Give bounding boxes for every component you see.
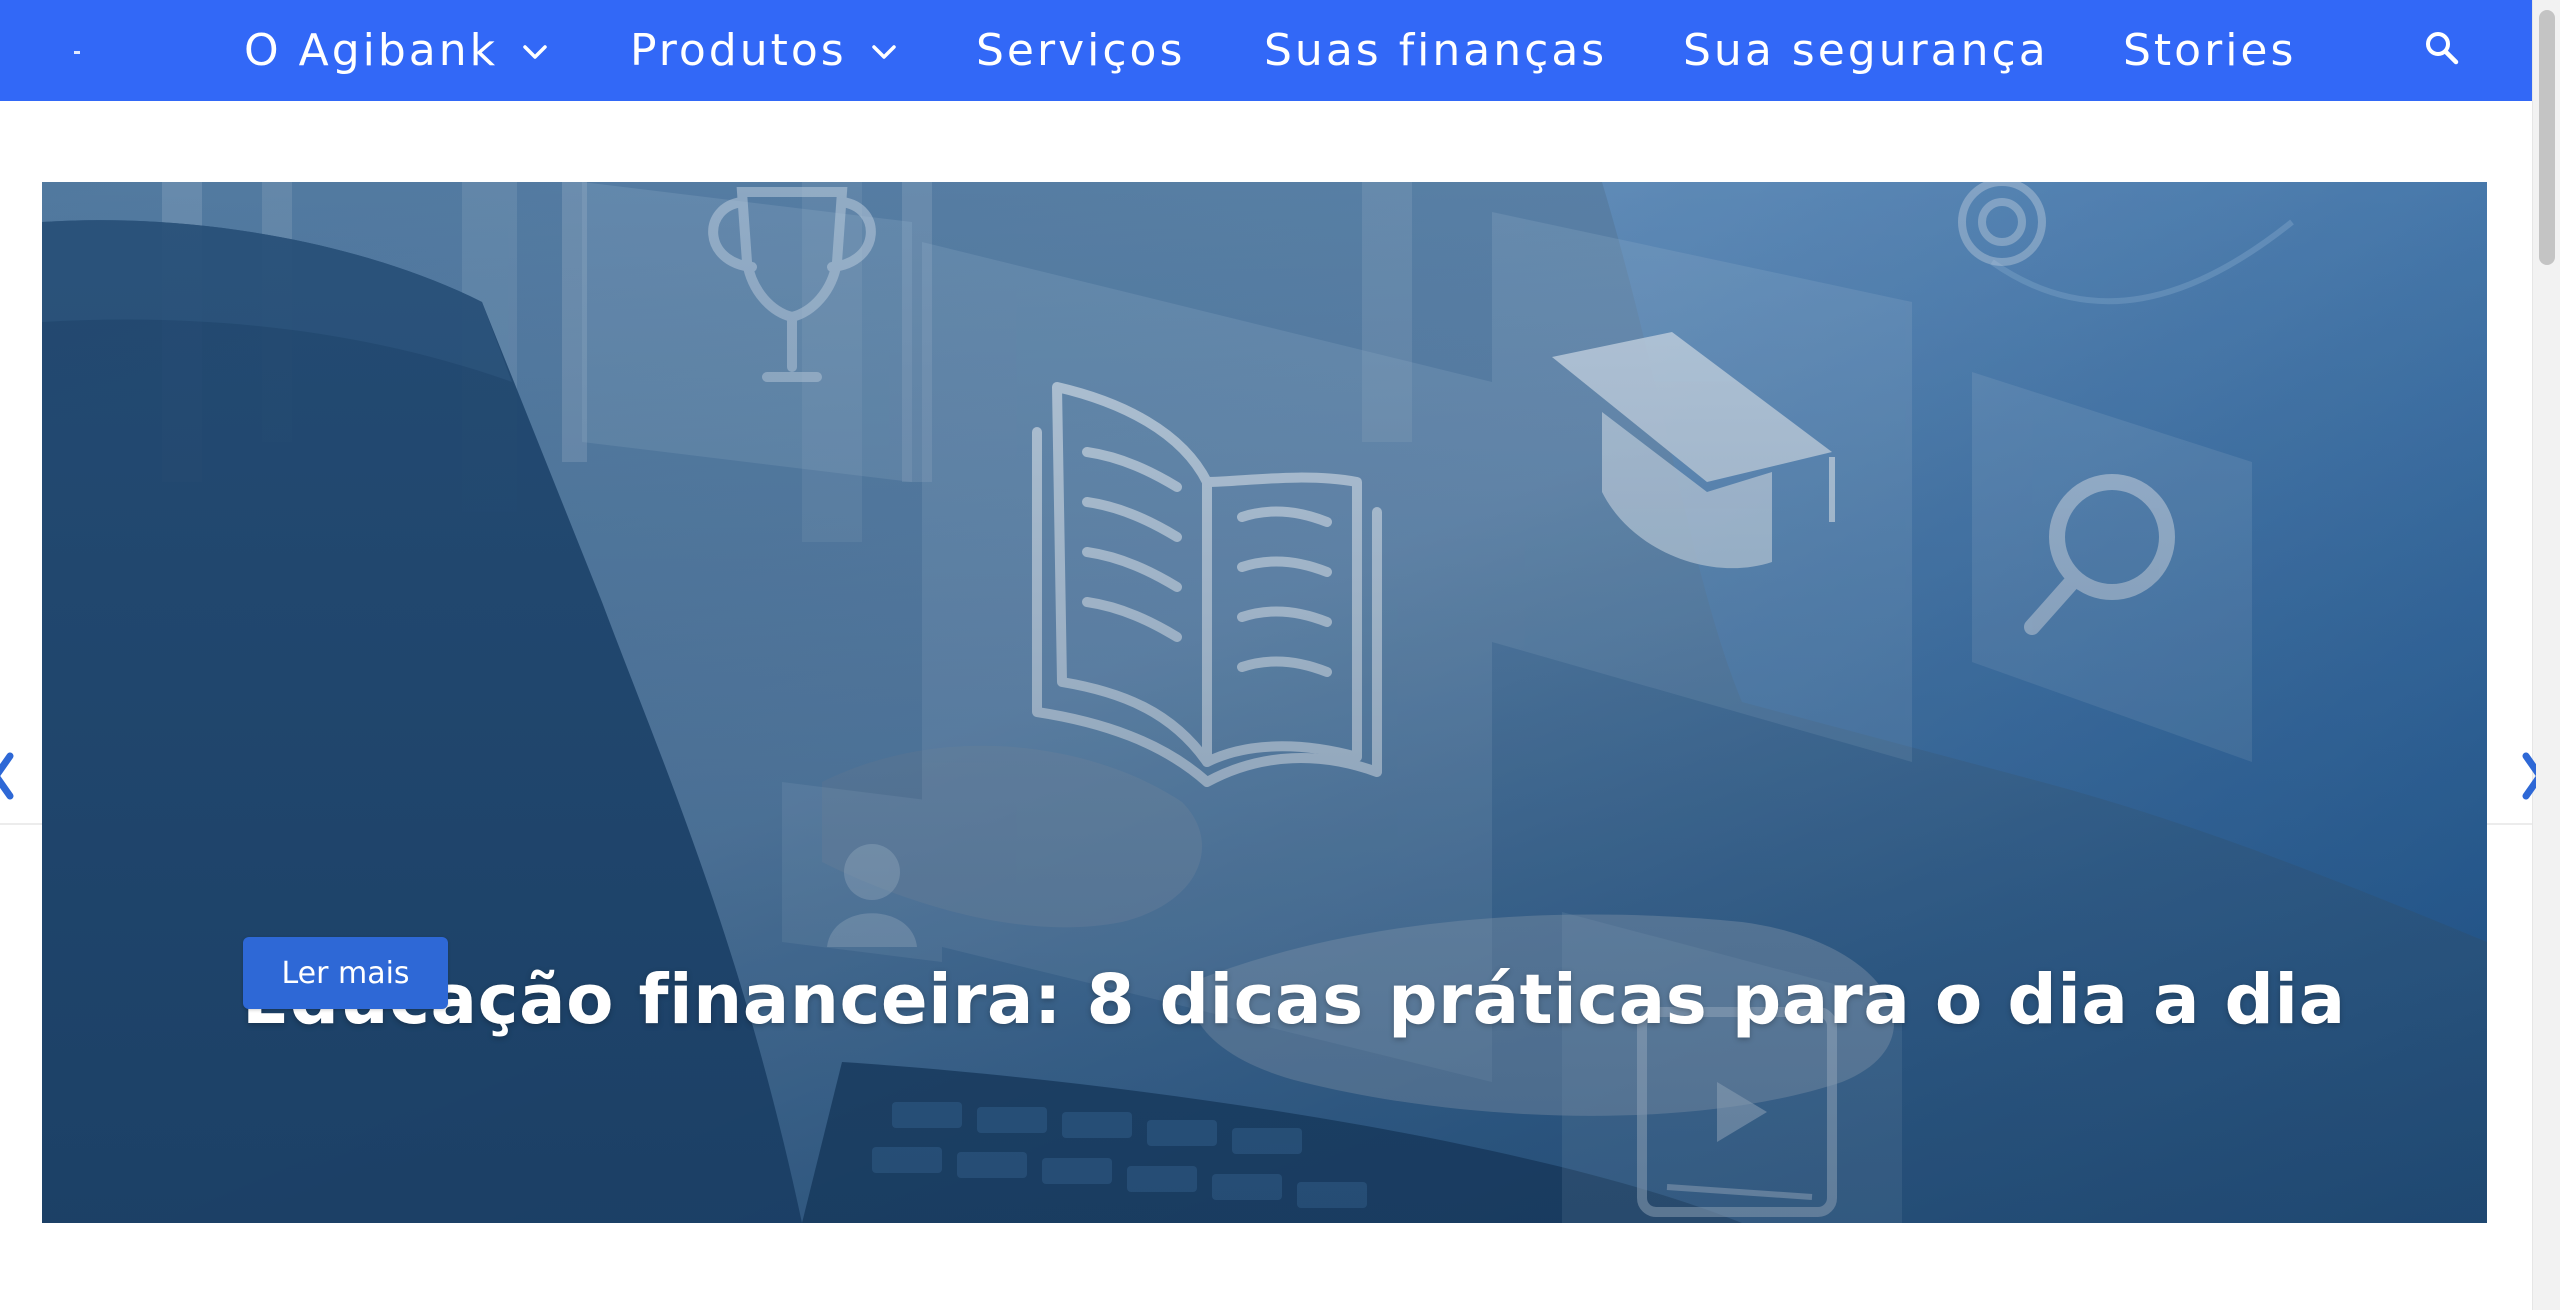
nav-item-label: Sua segurança [1683, 25, 2049, 76]
hero-image [42, 182, 2487, 1223]
nav-item-sua-seguranca[interactable]: Sua segurança [1683, 0, 2049, 101]
nav-item-label: Suas finanças [1264, 25, 1608, 76]
nav-item-label: O Agibank [244, 25, 499, 76]
hero-banner[interactable]: Educação financeira: 8 dicas práticas pa… [42, 182, 2487, 1223]
chevron-right-icon[interactable] [2512, 748, 2536, 804]
nav-item-suas-financas[interactable]: Suas finanças [1264, 0, 1607, 101]
nav-item-servicos[interactable]: Serviços [976, 0, 1185, 101]
chevron-down-icon [871, 44, 896, 59]
brand-logo[interactable] [74, 51, 80, 54]
nav-item-stories[interactable]: Stories [2123, 0, 2296, 101]
nav-item-produtos[interactable]: Produtos [630, 0, 897, 101]
nav-item-label: Stories [2123, 25, 2297, 76]
hero-title[interactable]: Educação financeira: 8 dicas práticas pa… [242, 960, 2346, 1040]
nav-item-label: Produtos [630, 25, 847, 76]
search-icon[interactable] [2420, 26, 2466, 72]
read-more-button[interactable]: Ler mais [243, 937, 448, 1009]
chevron-down-icon [523, 44, 547, 59]
nav-item-label: Serviços [976, 25, 1186, 76]
scrollbar-thumb[interactable] [2539, 10, 2555, 265]
chevron-left-icon[interactable] [0, 748, 24, 804]
top-navbar: O Agibank Produtos Serviços Suas finança… [0, 0, 2532, 101]
nav-item-o-agibank[interactable]: O Agibank [244, 0, 548, 101]
page-scrollbar[interactable] [2532, 0, 2560, 1310]
